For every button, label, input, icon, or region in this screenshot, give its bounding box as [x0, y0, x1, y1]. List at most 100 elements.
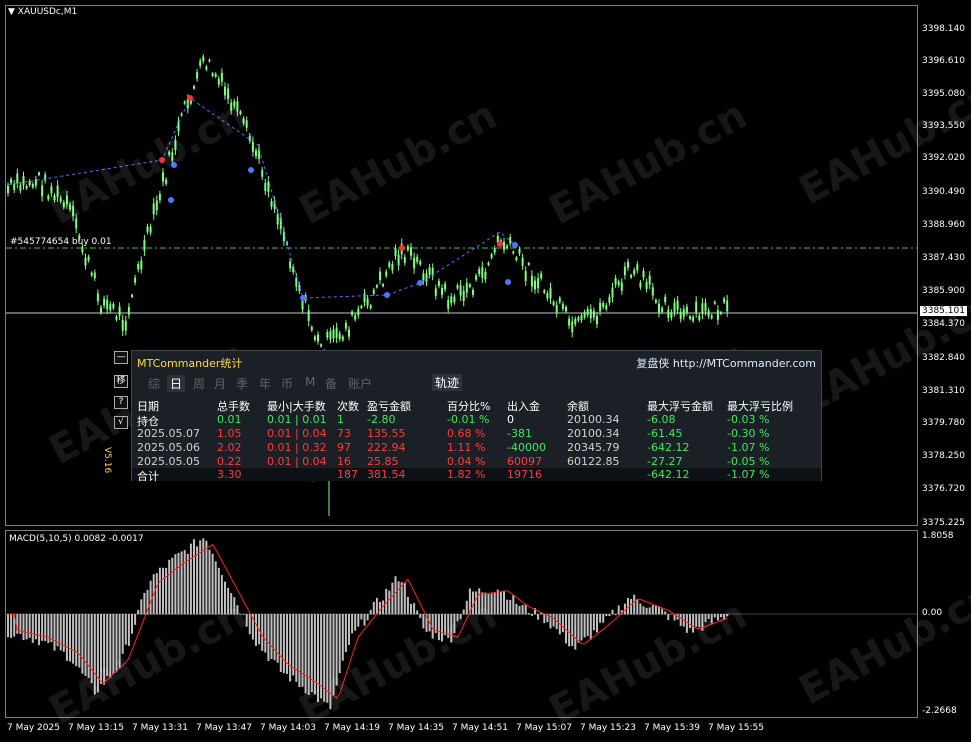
- version-label: V5.16: [102, 447, 112, 474]
- tab-summary[interactable]: 综: [148, 375, 160, 392]
- price-tick-label: 3392.020: [922, 153, 965, 163]
- header-date: 日期: [137, 400, 159, 413]
- row-pct: 0.68 %: [447, 427, 486, 440]
- macd-tick-label: 0.00: [922, 608, 943, 618]
- header-count: 次数: [337, 400, 359, 413]
- time-tick-label: 7 May 15:39: [644, 723, 700, 733]
- dropdown-triangle-icon[interactable]: ▼: [8, 7, 15, 17]
- move-button[interactable]: 移: [114, 375, 128, 388]
- row-balance: 20345.79: [567, 441, 620, 454]
- total-pct: 1.82 %: [447, 468, 486, 481]
- row-pnl: 222.94: [367, 441, 406, 454]
- total-lots: 3.30: [217, 468, 242, 481]
- header-maxloss: 最大浮亏金额: [647, 400, 713, 413]
- price-tick-label: 3381.310: [922, 386, 965, 396]
- price-tick-label: 3398.140: [922, 24, 965, 34]
- time-tick-label: 7 May 13:15: [68, 723, 124, 733]
- total-date: 合计: [137, 470, 159, 483]
- time-tick-label: 7 May 14:03: [260, 723, 316, 733]
- time-tick-label: 7 May 13:47: [196, 723, 252, 733]
- time-tick-label: 7 May 2025: [7, 723, 60, 733]
- tab-week[interactable]: 周: [193, 375, 205, 392]
- panel-brand-link[interactable]: 复盘侠 http://MTCommander.com: [636, 355, 816, 371]
- price-tick-label: 3376.720: [922, 484, 965, 494]
- panel-title: MTCommander统计: [137, 357, 243, 370]
- price-tick-label: 3395.080: [922, 89, 965, 99]
- row-minmax: 0.01 | 0.04: [267, 427, 327, 440]
- price-tick-label: 3387.430: [922, 253, 965, 263]
- time-tick-label: 7 May 14:19: [324, 723, 380, 733]
- row-maxloss: -61.45: [647, 427, 683, 440]
- total-pnl: 381.54: [367, 468, 406, 481]
- row-pct: 1.11 %: [447, 441, 486, 454]
- macd-title: MACD(5,10,5) 0.0082 -0.0017: [9, 534, 144, 544]
- price-tick-label: 3375.225: [922, 518, 965, 528]
- total-maxlosspct: -1.07 %: [727, 468, 770, 481]
- price-tick-label: 3379.780: [922, 418, 965, 428]
- header-maxlosspct: 最大浮亏比例: [727, 400, 793, 413]
- symbol-title: ▼ XAUUSDc,M1: [8, 7, 78, 17]
- time-tick-label: 7 May 15:07: [516, 723, 572, 733]
- row-minmax: 0.01 | 0.32: [267, 441, 327, 454]
- price-tick-label: 3378.250: [922, 451, 965, 461]
- order-label: #545774654 buy 0.01: [10, 237, 112, 247]
- row-maxlosspct: -0.05 %: [727, 455, 770, 468]
- mtcommander-stats-panel: MTCommander统计 复盘侠 http://MTCommander.com…: [131, 350, 822, 483]
- price-tick-label: 3382.840: [922, 353, 965, 363]
- header-lots: 总手数: [217, 400, 250, 413]
- header-pnl: 盈亏金额: [367, 400, 411, 413]
- price-tick-label: 3393.550: [922, 121, 965, 131]
- row-lots: 0.01: [217, 413, 242, 426]
- row-flow: 60097: [507, 455, 542, 468]
- total-count: 187: [337, 468, 358, 481]
- price-tick-label: 3384.370: [922, 319, 965, 329]
- tab-month[interactable]: 月: [214, 375, 226, 392]
- tab-day[interactable]: 日: [167, 375, 186, 392]
- row-count: 73: [337, 427, 351, 440]
- current-price-label: 3385.101: [920, 306, 967, 316]
- header-balance: 余额: [567, 400, 589, 413]
- total-maxloss: -642.12: [647, 468, 690, 481]
- row-maxlosspct: -1.07 %: [727, 441, 770, 454]
- row-maxloss: -642.12: [647, 441, 690, 454]
- row-balance: 20100.34: [567, 413, 620, 426]
- row-lots: 1.05: [217, 427, 242, 440]
- time-tick-label: 7 May 14:51: [452, 723, 508, 733]
- time-tick-label: 7 May 15:55: [708, 723, 764, 733]
- tab-magic[interactable]: M: [305, 375, 315, 389]
- time-tick-label: 7 May 14:35: [388, 723, 444, 733]
- price-tick-label: 3390.490: [922, 187, 965, 197]
- tab-note[interactable]: 备: [325, 375, 337, 392]
- row-pct: -0.01 %: [447, 413, 490, 426]
- tab-account[interactable]: 账户: [348, 375, 372, 392]
- confirm-button[interactable]: √: [114, 416, 128, 429]
- row-date: 2025.05.07: [137, 427, 200, 440]
- price-tick-label: 3396.610: [922, 56, 965, 66]
- row-minmax: 0.01 | 0.01: [267, 413, 327, 426]
- track-button[interactable]: 轨迹: [432, 374, 463, 391]
- row-pnl: -2.80: [367, 413, 396, 426]
- row-pnl: 135.55: [367, 427, 406, 440]
- tab-year[interactable]: 年: [259, 375, 271, 392]
- row-pct: 0.04 %: [447, 455, 486, 468]
- tab-quarter[interactable]: 季: [236, 375, 248, 392]
- time-tick-label: 7 May 15:23: [580, 723, 636, 733]
- time-tick-label: 7 May 13:31: [132, 723, 188, 733]
- row-count: 1: [337, 413, 344, 426]
- row-balance: 20100.34: [567, 427, 620, 440]
- row-maxloss: -27.27: [647, 455, 683, 468]
- row-date: 2025.05.05: [137, 455, 200, 468]
- row-flow: 0: [507, 413, 514, 426]
- price-tick-label: 3388.960: [922, 220, 965, 230]
- macd-tick-label: 1.8058: [922, 531, 954, 541]
- total-flow: 19716: [507, 468, 542, 481]
- header-pct: 百分比%: [447, 400, 491, 413]
- header-flow: 出入金: [507, 400, 540, 413]
- row-balance: 60122.85: [567, 455, 620, 468]
- help-button[interactable]: ?: [114, 396, 128, 409]
- row-count: 16: [337, 455, 351, 468]
- row-date: 2025.05.06: [137, 441, 200, 454]
- tab-currency[interactable]: 币: [281, 375, 293, 392]
- minimize-button[interactable]: —: [114, 351, 128, 364]
- price-tick-label: 3385.900: [922, 286, 965, 296]
